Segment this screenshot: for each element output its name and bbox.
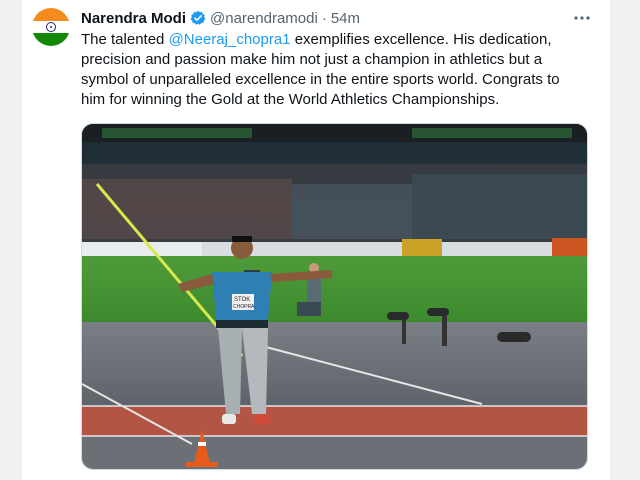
tweet-text: The talented @Neeraj_chopra1 exemplifies…: [81, 30, 601, 110]
tweet-text-line-2: precision and passion make him not just …: [81, 51, 543, 68]
page-background: Narendra Modi @narendramodi · 54m The ta…: [0, 0, 640, 480]
author-name[interactable]: Narendra Modi: [81, 10, 186, 27]
tweet-text-line-3: symbol of unparalleled excellence in the…: [81, 71, 560, 88]
tweet-timestamp[interactable]: 54m: [331, 10, 360, 27]
bib-line-2: CHOPRA: [233, 304, 255, 310]
tweet-text-line-1: The talented @Neeraj_chopra1 exemplifies…: [81, 30, 601, 50]
tweet-text-segment: The talented: [81, 31, 169, 48]
tweet-text-segment: exemplifies excellence. His dedication,: [290, 31, 552, 48]
india-flag-avatar-icon: [32, 8, 70, 46]
bib-line-1: STOK: [234, 297, 250, 303]
more-options-icon[interactable]: [570, 8, 594, 28]
tweet-media-image[interactable]: STOK CHOPRA: [81, 123, 588, 470]
tweet-header: Narendra Modi @narendramodi · 54m: [81, 8, 360, 28]
javelin-athlete-photo: STOK CHOPRA: [82, 124, 587, 469]
tweet-text-line-4: him for winning the Gold at the World At…: [81, 91, 500, 108]
separator-dot: ·: [321, 9, 327, 27]
tweet-card[interactable]: Narendra Modi @narendramodi · 54m The ta…: [22, 0, 610, 480]
crowd-pattern: [82, 164, 587, 244]
author-handle[interactable]: @narendramodi: [210, 10, 318, 27]
verified-badge-icon: [190, 10, 206, 26]
avatar[interactable]: [32, 8, 70, 46]
mention-link[interactable]: @Neeraj_chopra1: [169, 31, 291, 48]
